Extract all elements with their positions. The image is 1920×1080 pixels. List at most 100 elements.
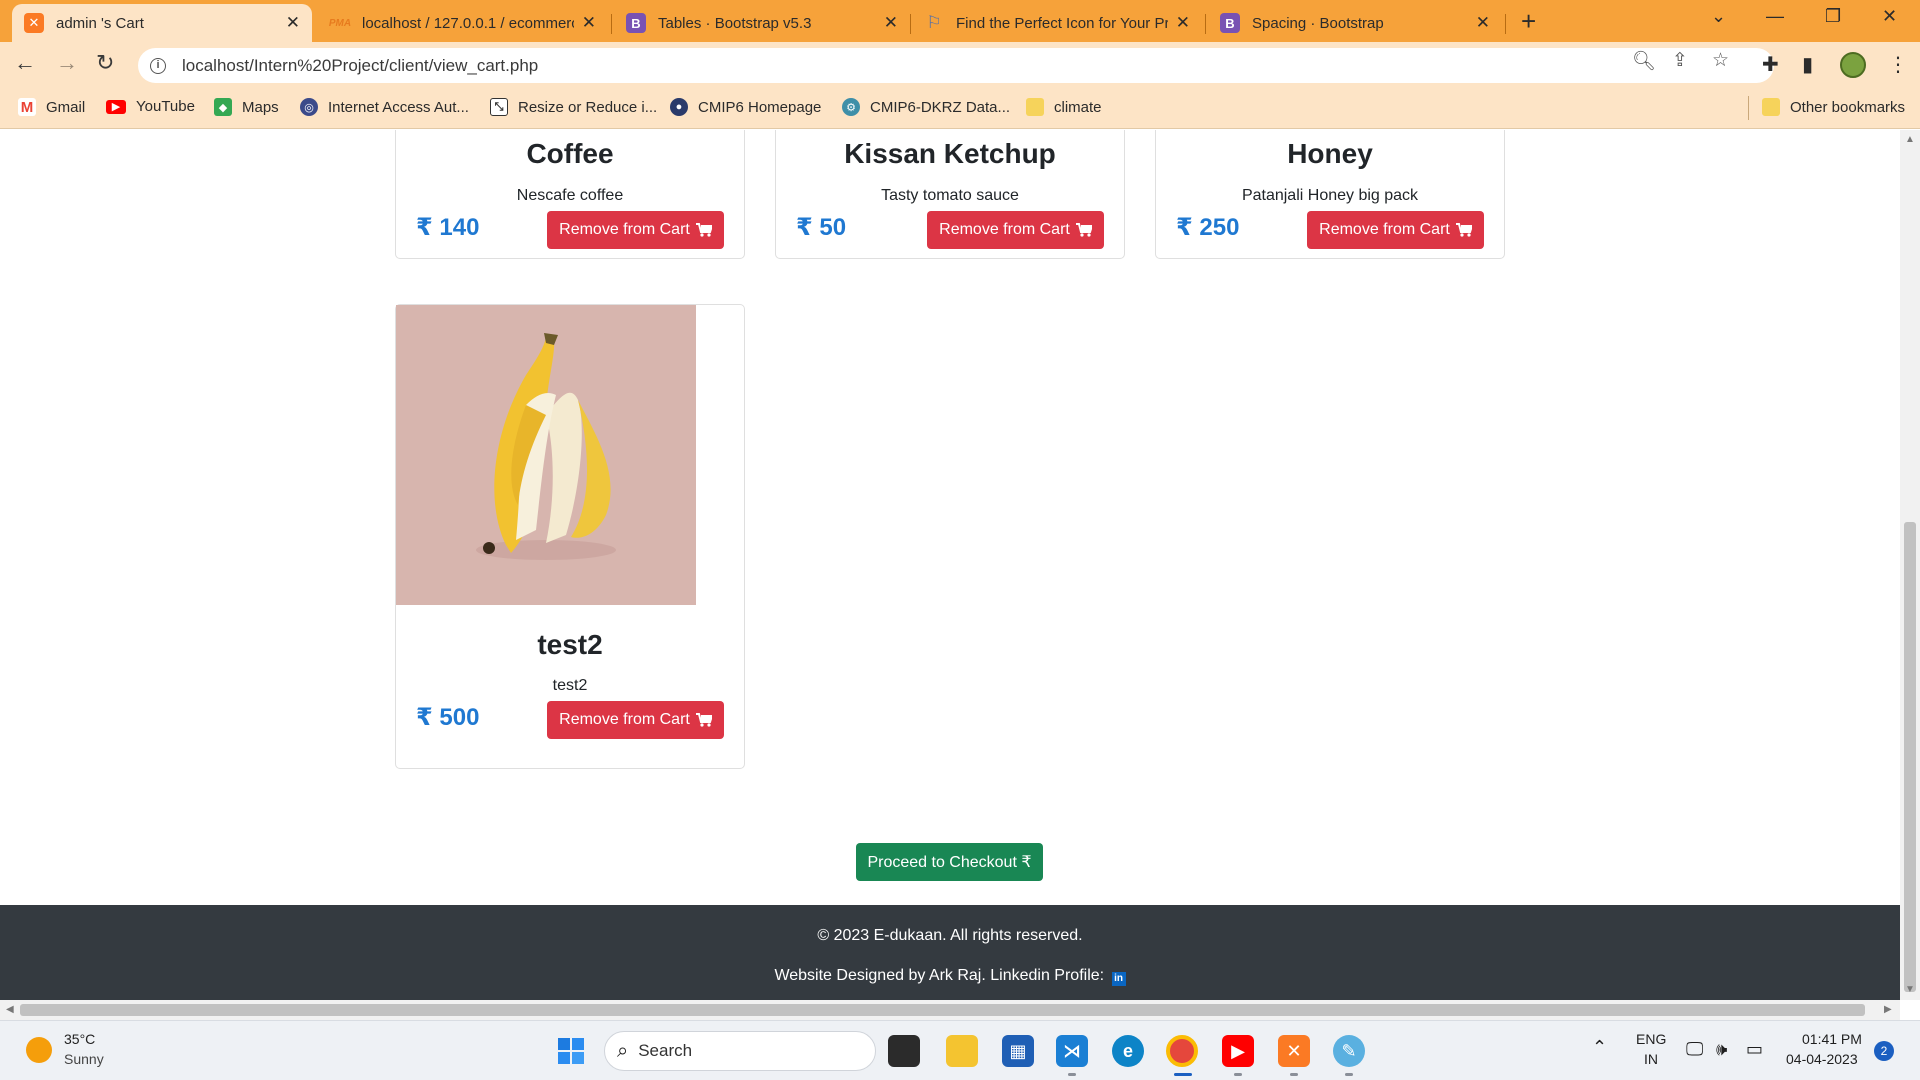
xampp-icon[interactable]: ✕ (1278, 1035, 1310, 1067)
bookmark-label: Maps (242, 98, 279, 116)
close-tab-icon[interactable]: ✕ (884, 13, 898, 33)
sun-icon[interactable] (26, 1037, 52, 1063)
paint-icon[interactable]: ✎ (1333, 1035, 1365, 1067)
battery-icon[interactable]: ▭ (1746, 1039, 1763, 1060)
url-text[interactable]: localhost/Intern%20Project/client/view_c… (182, 56, 538, 76)
product-name: Honey (1287, 138, 1373, 169)
remove-from-cart-button[interactable]: Remove from Cart (927, 211, 1104, 249)
forward-icon[interactable]: → (56, 50, 78, 76)
taskbar-search[interactable]: ⌕ Search (604, 1031, 876, 1071)
vscode-icon[interactable]: ⋊ (1056, 1035, 1088, 1067)
youtube-app-icon[interactable]: ▶ (1222, 1035, 1254, 1067)
linkedin-icon[interactable]: in (1111, 972, 1126, 986)
tab-admin-cart[interactable]: ✕ admin 's Cart ✕ (12, 4, 312, 42)
new-tab-icon[interactable]: + (1521, 6, 1536, 37)
task-view-icon[interactable] (888, 1035, 920, 1067)
bookmark-climate[interactable]: climate (1026, 98, 1102, 116)
remove-from-cart-button[interactable]: Remove from Cart (1307, 211, 1484, 249)
tab-phpmyadmin[interactable]: PMA localhost / 127.0.0.1 / ecommerce ✕ (318, 4, 608, 42)
close-tab-icon[interactable]: ✕ (1476, 13, 1490, 33)
search-label: Search (638, 1041, 693, 1060)
earth-icon: ● (670, 98, 688, 116)
other-bookmarks[interactable]: Other bookmarks (1762, 98, 1905, 116)
tab-bootstrap-tables[interactable]: B Tables · Bootstrap v5.3 ✕ (614, 4, 910, 42)
scrollbar-thumb[interactable] (1904, 522, 1916, 992)
button-label: Remove from Cart (1319, 221, 1450, 238)
scroll-up-icon[interactable]: ▲ (1905, 134, 1915, 145)
bookmark-youtube[interactable]: ▶ YouTube (106, 98, 195, 115)
bookmark-resize[interactable]: ⤡ Resize or Reduce i... (490, 98, 657, 116)
product-price: ₹ 500 (416, 704, 480, 731)
bookmark-maps[interactable]: ◆ Maps (214, 98, 279, 116)
weather-temperature[interactable]: 35°C (64, 1031, 95, 1047)
bootstrap-icon: B (1220, 13, 1240, 33)
close-tab-icon[interactable]: ✕ (582, 13, 596, 33)
chrome-icon[interactable] (1166, 1035, 1198, 1067)
back-icon[interactable]: ← (14, 50, 36, 76)
vertical-scrollbar[interactable]: ▲ ▼ (1900, 130, 1920, 1000)
edge-icon[interactable]: e (1112, 1035, 1144, 1067)
bookmark-label: CMIP6 Homepage (698, 98, 822, 116)
close-tab-icon[interactable]: ✕ (1176, 13, 1190, 33)
tab-divider (611, 14, 612, 34)
product-description: test2 (552, 677, 588, 694)
notification-badge[interactable]: 2 (1874, 1041, 1894, 1061)
bookmark-internet-access[interactable]: ◎ Internet Access Aut... (300, 98, 469, 116)
scroll-left-icon[interactable]: ◀ (6, 1004, 14, 1015)
extensions-icon[interactable]: ✚ (1762, 52, 1779, 77)
site-info-icon[interactable]: i (150, 57, 166, 74)
product-description: Tasty tomato sauce (881, 187, 1019, 204)
clock-date[interactable]: 04-04-2023 (1786, 1051, 1858, 1067)
minimize-icon[interactable]: — (1766, 6, 1784, 27)
language-in[interactable]: IN (1644, 1051, 1658, 1067)
weather-condition[interactable]: Sunny (64, 1051, 104, 1067)
reload-icon[interactable]: ↻ (96, 50, 114, 76)
folder-icon (1762, 98, 1780, 116)
bookmark-label: climate (1054, 98, 1102, 116)
tab-search-chevron-icon[interactable]: ⌄ (1711, 6, 1726, 27)
proceed-to-checkout-button[interactable]: Proceed to Checkout ₹ (856, 843, 1043, 881)
network-icon[interactable]: 🖵︎ (1686, 1039, 1703, 1060)
button-label: Proceed to Checkout ₹ (867, 854, 1032, 871)
zoom-icon[interactable]: 🔍︎ (1632, 49, 1656, 73)
restore-icon[interactable]: ❐ (1825, 6, 1841, 27)
product-name: Kissan Ketchup (844, 138, 1056, 169)
bookmark-label: Internet Access Aut... (328, 98, 469, 116)
scrollbar-thumb[interactable] (20, 1004, 1865, 1016)
bookmark-gmail[interactable]: M Gmail (18, 98, 85, 116)
close-window-icon[interactable]: ✕ (1882, 6, 1897, 27)
horizontal-scrollbar[interactable]: ◀ ▶ (0, 1000, 1900, 1020)
remove-from-cart-button[interactable]: Remove from Cart (547, 211, 724, 249)
volume-icon[interactable]: 🕪︎ (1716, 1039, 1727, 1060)
language-eng[interactable]: ENG (1636, 1031, 1666, 1047)
credit-text: Website Designed by Ark Raj. Linkedin Pr… (774, 967, 1105, 984)
clock-time[interactable]: 01:41 PM (1802, 1031, 1862, 1047)
tray-chevron-icon[interactable]: ⌃ (1592, 1037, 1607, 1058)
flag-icon: ⚐ (926, 13, 942, 32)
tab-find-icon[interactable]: ⚐ Find the Perfect Icon for Your Pro ✕ (912, 4, 1202, 42)
scroll-down-icon[interactable]: ▼ (1905, 984, 1915, 995)
cart-item-card: Coffee Nescafe coffee ₹ 140 Remove from … (395, 130, 745, 259)
scroll-right-icon[interactable]: ▶ (1884, 1004, 1892, 1015)
cart-item-card: Kissan Ketchup Tasty tomato sauce ₹ 50 R… (775, 130, 1125, 259)
windows-start-icon[interactable] (555, 1035, 587, 1067)
profile-avatar[interactable] (1840, 52, 1866, 78)
tab-title: Find the Perfect Icon for Your Pro (956, 14, 1168, 32)
address-bar[interactable]: i localhost/Intern%20Project/client/view… (138, 48, 1774, 83)
close-tab-icon[interactable]: ✕ (286, 13, 300, 33)
bookmark-label: Resize or Reduce i... (518, 98, 658, 116)
side-panel-icon[interactable]: ▮ (1802, 52, 1813, 77)
copyright-text: © 2023 E-dukaan. All rights reserved. (817, 927, 1083, 944)
share-icon[interactable]: ⇪ (1672, 49, 1688, 72)
cart-item-card: Honey Patanjali Honey big pack ₹ 250 Rem… (1155, 130, 1505, 259)
menu-kebab-icon[interactable]: ⋮ (1888, 52, 1908, 77)
resize-icon: ⤡ (490, 98, 508, 116)
bookmark-cmip6-homepage[interactable]: ● CMIP6 Homepage (670, 98, 821, 116)
bookmark-star-icon[interactable]: ☆ (1712, 49, 1729, 72)
tab-divider (1205, 14, 1206, 34)
file-explorer-icon[interactable] (946, 1035, 978, 1067)
remove-from-cart-button[interactable]: Remove from Cart (547, 701, 724, 739)
tab-bootstrap-spacing[interactable]: B Spacing · Bootstrap ✕ (1208, 4, 1502, 42)
bookmark-cmip6-dkrz[interactable]: ⚙ CMIP6-DKRZ Data... (842, 98, 1010, 116)
microsoft-store-icon[interactable]: ▦ (1002, 1035, 1034, 1067)
